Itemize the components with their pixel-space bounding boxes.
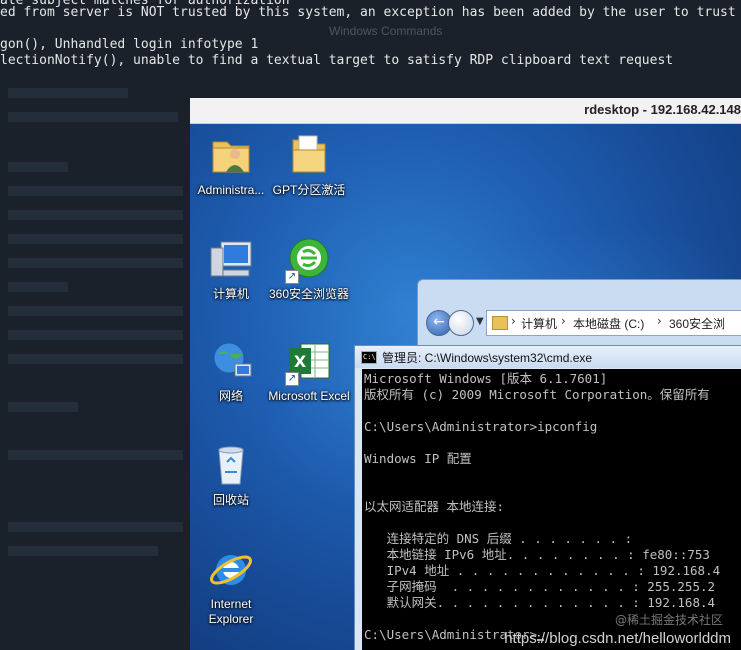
cmd-console[interactable]: Microsoft Windows [版本 6.1.7601] 版权所有 (c)… bbox=[362, 369, 741, 650]
desktop-icon-internet-explorer[interactable]: Internet Explorer bbox=[190, 546, 272, 627]
desktop-icon-label: 计算机 bbox=[212, 287, 249, 301]
desktop-icon-label: Internet Explorer bbox=[208, 597, 254, 626]
desktop-icon-label: 360安全浏览器 bbox=[268, 287, 350, 301]
breadcrumb-item[interactable]: 计算机 bbox=[521, 315, 557, 332]
console-line: 子网掩码 . . . . . . . . . . . . : 255.255.2 bbox=[364, 579, 716, 594]
user-folder-icon bbox=[207, 132, 255, 180]
desktop-icon-label: GPT分区激活 bbox=[272, 183, 346, 197]
desktop-icon-computer[interactable]: 计算机 bbox=[190, 236, 272, 302]
recycle-bin-icon bbox=[207, 442, 255, 490]
chevron-right-icon: › bbox=[511, 314, 516, 328]
ie-icon bbox=[207, 546, 255, 594]
console-line: 以太网适配器 本地连接: bbox=[364, 499, 505, 514]
chevron-right-icon: › bbox=[561, 314, 566, 328]
rdesktop-title: rdesktop - 192.168.42.148 bbox=[584, 102, 741, 117]
chevron-right-icon: › bbox=[657, 314, 662, 328]
computer-icon bbox=[207, 236, 255, 284]
breadcrumb-item[interactable]: 本地磁盘 (C:) bbox=[573, 315, 644, 332]
shortcut-arrow-icon: ↗ bbox=[285, 372, 299, 386]
console-line: C:\Users\Administrator>ipconfig bbox=[364, 419, 598, 434]
desktop-icon-label: 网络 bbox=[218, 389, 243, 403]
desktop-icon-administrator[interactable]: Administra... bbox=[190, 132, 272, 198]
rdesktop-titlebar[interactable]: rdesktop - 192.168.42.148 bbox=[190, 98, 741, 124]
browser-360-icon: ↗ bbox=[285, 236, 333, 284]
svg-text:X: X bbox=[294, 352, 307, 371]
console-line: 本地链接 IPv6 地址. . . . . . . . : fe80::753 bbox=[364, 547, 710, 562]
cmd-titlebar[interactable]: C:\ 管理员: C:\Windows\system32\cmd.exe bbox=[355, 346, 741, 368]
host-terminal-line: gon(), Unhandled login infotype 1 bbox=[0, 37, 259, 52]
folder-icon bbox=[492, 316, 508, 330]
address-bar[interactable]: › 计算机 › 本地磁盘 (C:) › 360安全浏 bbox=[486, 310, 741, 336]
watermark-url: https://blog.csdn.net/helloworlddm bbox=[504, 630, 731, 647]
remote-desktop[interactable]: Administra... GPT分区激活 计算机 ↗ 360安全浏览器 网络 … bbox=[190, 124, 741, 650]
history-dropdown-icon[interactable]: ▼ bbox=[476, 316, 484, 327]
shortcut-arrow-icon: ↗ bbox=[285, 270, 299, 284]
desktop-icon-excel[interactable]: X ↗ Microsoft Excel bbox=[268, 338, 350, 404]
rdesktop-window[interactable]: rdesktop - 192.168.42.148 Administra... bbox=[190, 98, 741, 650]
console-line: 默认网关. . . . . . . . . . . . . : 192.168.… bbox=[364, 595, 716, 610]
watermark-cn: @稀土掘金技术社区 bbox=[614, 613, 723, 627]
console-line: Windows IP 配置 bbox=[364, 451, 472, 466]
cmd-title: 管理员: C:\Windows\system32\cmd.exe bbox=[382, 351, 593, 365]
desktop-icon-label: Administra... bbox=[197, 183, 265, 197]
desktop-icon-label: 回收站 bbox=[212, 493, 249, 507]
desktop-icon-network[interactable]: 网络 bbox=[190, 338, 272, 404]
console-line: 版权所有 (c) 2009 Microsoft Corporation。保留所有 bbox=[364, 387, 710, 402]
cmd-window[interactable]: C:\ 管理员: C:\Windows\system32\cmd.exe Mic… bbox=[354, 345, 741, 650]
background-window-title: Windows Commands bbox=[329, 24, 443, 38]
breadcrumb-item[interactable]: 360安全浏 bbox=[669, 315, 725, 332]
console-line: IPv4 地址 . . . . . . . . . . . . : 192.16… bbox=[364, 563, 721, 578]
host-terminal-line: lectionNotify(), unable to find a textua… bbox=[0, 53, 674, 68]
console-line: Microsoft Windows [版本 6.1.7601] bbox=[364, 371, 608, 386]
network-icon bbox=[207, 338, 255, 386]
desktop-icon-recycle-bin[interactable]: 回收站 bbox=[190, 442, 272, 508]
desktop-icon-label: Microsoft Excel bbox=[268, 389, 350, 403]
host-terminal-line: ed from server is NOT trusted by this sy… bbox=[0, 5, 736, 20]
console-icon: C:\ bbox=[361, 351, 377, 364]
folder-icon bbox=[285, 132, 333, 180]
desktop-icon-gpt[interactable]: GPT分区激活 bbox=[268, 132, 350, 198]
desktop-icon-360-browser[interactable]: ↗ 360安全浏览器 bbox=[268, 236, 350, 302]
excel-icon: X ↗ bbox=[285, 338, 333, 386]
console-line: 连接特定的 DNS 后缀 . . . . . . . : bbox=[364, 531, 633, 546]
forward-button[interactable] bbox=[448, 310, 474, 336]
